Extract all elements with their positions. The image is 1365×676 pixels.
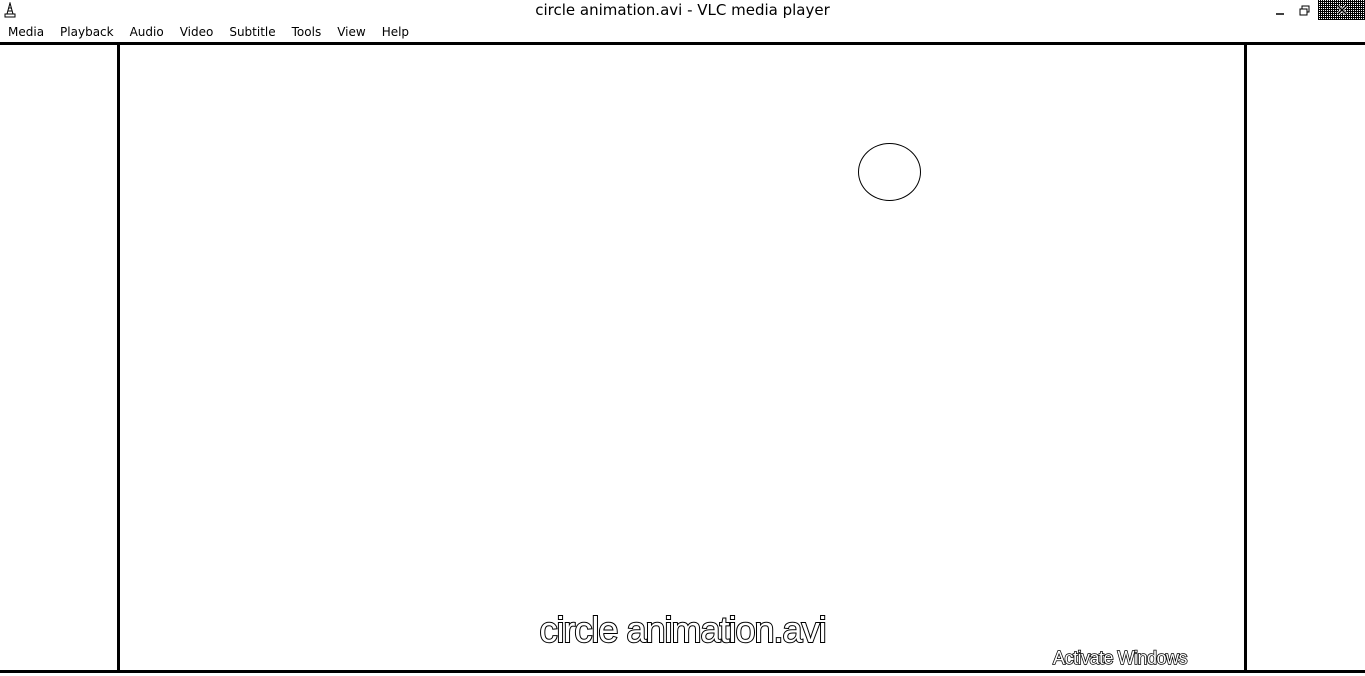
close-button[interactable] [1318, 0, 1365, 20]
close-icon [1336, 1, 1348, 20]
video-border-bottom [0, 670, 1365, 673]
video-border-right [1244, 45, 1247, 672]
menu-video[interactable]: Video [172, 25, 222, 39]
minimize-icon [1275, 1, 1285, 20]
osd-filename: circle animation.avi [538, 608, 827, 651]
menu-audio[interactable]: Audio [122, 25, 172, 39]
activate-windows-watermark: Activate Windows [1052, 647, 1188, 669]
menu-bar: Media Playback Audio Video Subtitle Tool… [0, 21, 1365, 42]
menu-tools[interactable]: Tools [284, 25, 330, 39]
animated-circle [858, 143, 921, 201]
menu-playback[interactable]: Playback [52, 25, 122, 39]
menu-view[interactable]: View [329, 25, 373, 39]
title-bar[interactable]: circle animation.avi - VLC media player [0, 0, 1365, 20]
menu-help[interactable]: Help [374, 25, 417, 39]
window-title: circle animation.avi - VLC media player [535, 1, 830, 19]
minimize-button[interactable] [1270, 0, 1290, 20]
menu-subtitle[interactable]: Subtitle [221, 25, 283, 39]
video-surface[interactable] [120, 45, 1244, 670]
menu-media[interactable]: Media [0, 25, 52, 39]
vlc-window: circle animation.avi - VLC media player [0, 0, 1365, 676]
maximize-button[interactable] [1294, 0, 1314, 20]
video-border-left [117, 45, 120, 672]
restore-icon [1299, 1, 1310, 20]
